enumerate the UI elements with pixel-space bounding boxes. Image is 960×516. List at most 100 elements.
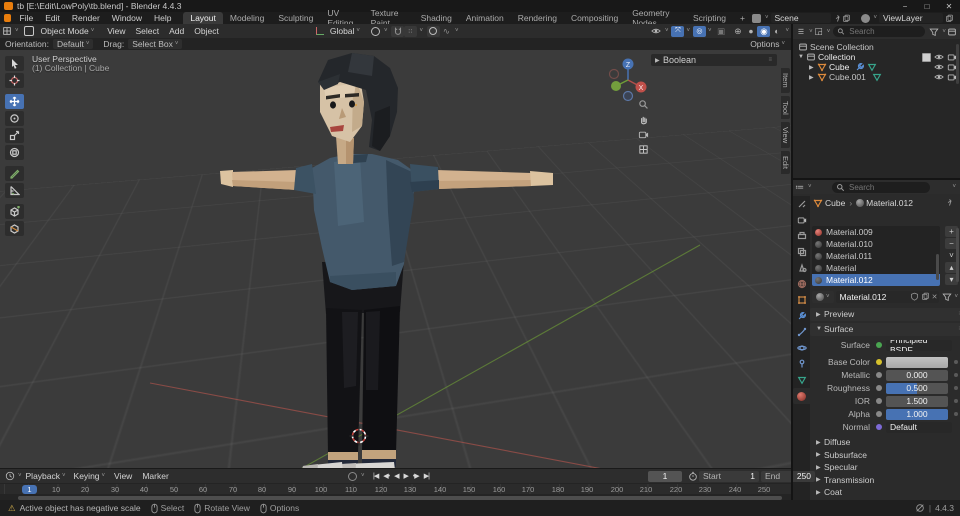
tool-rotate[interactable] [5, 111, 24, 126]
panel-diffuse[interactable]: ▶ Diffuse [810, 436, 960, 449]
browse-material-button[interactable]: ˅ [812, 290, 834, 303]
tool-annotate[interactable] [5, 166, 24, 181]
outliner-row-cube[interactable]: ▶ Cube [793, 62, 960, 72]
show-overlays-icon[interactable]: ◎ [692, 25, 706, 37]
hide-eye-icon[interactable] [934, 52, 944, 62]
properties-search-input[interactable] [847, 181, 921, 193]
material-slot[interactable]: Material [812, 262, 940, 274]
tab-object[interactable] [793, 292, 810, 308]
surface-panel-header[interactable]: ▼Surface ≡ [810, 323, 960, 336]
maximize-button[interactable]: □ [916, 2, 938, 11]
auto-keying-icon[interactable] [346, 471, 359, 482]
close-button[interactable]: ✕ [938, 2, 960, 11]
material-slot[interactable]: Material.010 [812, 238, 940, 250]
workspace-tab-sculpting[interactable]: Sculpting [271, 12, 320, 24]
tab-object-data[interactable] [793, 372, 810, 388]
next-keyframe-button[interactable]: •▶ [410, 472, 421, 480]
npanel-tab-edit[interactable]: Edit [781, 151, 790, 175]
tab-physics[interactable] [793, 340, 810, 356]
tab-tool[interactable] [793, 196, 810, 212]
timeline-marker-menu[interactable]: Marker [137, 471, 173, 481]
menu-object[interactable]: Object [189, 26, 224, 36]
menu-render[interactable]: Render [66, 13, 106, 23]
jump-to-end-button[interactable]: ▶| [421, 472, 431, 480]
hide-eye-icon[interactable] [934, 72, 944, 82]
material-name-field[interactable]: Material.012 ✕ [835, 290, 940, 303]
workspace-tab-layout[interactable]: Layout [183, 12, 223, 24]
boolean-panel-header[interactable]: ▶ Boolean ≡ [651, 54, 777, 66]
falloff-curve-icon[interactable]: ∿ [440, 26, 453, 37]
show-gizmo-icon[interactable]: ⤧ [671, 25, 685, 37]
tab-constraints[interactable] [793, 356, 810, 372]
shading-material-icon[interactable]: ◉ [757, 25, 771, 37]
mesh-data-icon[interactable] [867, 62, 877, 72]
surface-shader-menu[interactable]: Principled BSDF [886, 339, 952, 351]
region-divider-vertical[interactable] [791, 24, 793, 500]
shading-rendered-icon[interactable]: ◐ [770, 26, 783, 37]
mesh-data-icon[interactable] [872, 72, 882, 82]
menu-help[interactable]: Help [148, 13, 177, 23]
timeline-editor-type-icon[interactable] [3, 471, 16, 482]
breadcrumb-object[interactable]: Cube [825, 198, 845, 208]
shading-wireframe-icon[interactable]: ⊕ [731, 26, 744, 37]
npanel-tab-view[interactable]: View [781, 122, 790, 149]
breadcrumb-material[interactable]: Material.012 [866, 198, 913, 208]
decorator-dot[interactable] [954, 399, 958, 403]
new-material-copy-icon[interactable] [921, 292, 930, 301]
tab-view-layer[interactable] [793, 244, 810, 260]
decorator-dot[interactable] [954, 412, 958, 416]
workspace-tab-rendering[interactable]: Rendering [511, 12, 564, 24]
panel-transmission[interactable]: ▶ Transmission [810, 474, 960, 487]
fake-user-shield-icon[interactable] [910, 292, 919, 301]
use-preview-range-icon[interactable] [686, 471, 699, 482]
scene-icon[interactable] [751, 13, 761, 23]
view-layer-selector[interactable]: ViewLayer [879, 13, 944, 23]
tool-interactive-add[interactable] [5, 221, 24, 236]
show-object-types-icon[interactable] [650, 26, 663, 37]
camera-view-icon[interactable] [637, 128, 650, 141]
outliner-search[interactable] [833, 26, 926, 37]
material-slot-selected[interactable]: Material.012 [812, 274, 940, 286]
region-divider-horizontal[interactable] [793, 178, 960, 180]
tool-move[interactable] [5, 94, 24, 109]
keying-menu[interactable]: Keying ˅ [70, 471, 110, 481]
ior-field[interactable]: 1.500 [886, 395, 948, 407]
prev-keyframe-button[interactable]: ◀• [381, 472, 392, 480]
tool-add-cube[interactable] [5, 204, 24, 219]
menu-file[interactable]: File [14, 13, 40, 23]
alpha-slider[interactable]: 1.000 [886, 408, 948, 420]
material-slot[interactable]: Material.009 [812, 226, 940, 238]
outliner-row-cube-001[interactable]: ▶ Cube.001 [793, 72, 960, 82]
panel-coat[interactable]: ▶ Coat [810, 486, 960, 499]
properties-search[interactable] [832, 181, 930, 193]
workspace-tab-scripting[interactable]: Scripting [686, 12, 733, 24]
workspace-tab-modeling[interactable]: Modeling [223, 12, 272, 24]
slot-list-scrollbar[interactable] [936, 254, 939, 280]
preview-panel-header[interactable]: ▶Preview ≡ [810, 308, 960, 321]
base-color-swatch[interactable] [886, 356, 948, 368]
start-frame-field[interactable]: Start 1 [699, 470, 759, 482]
properties-scrollbar[interactable] [956, 228, 959, 282]
outliner-filter-obj-icon[interactable]: ◲ [813, 26, 825, 37]
zoom-view-icon[interactable] [637, 98, 650, 111]
mode-dropdown[interactable]: Object Mode ˅ [36, 26, 99, 36]
scene-selector[interactable]: Scene [770, 13, 831, 23]
properties-editor-type-icon[interactable]: ≔ [793, 182, 806, 193]
tab-render[interactable] [793, 212, 810, 228]
network-offline-icon[interactable] [915, 503, 925, 513]
material-slot[interactable]: Material.011 [812, 250, 940, 262]
play-reverse-button[interactable]: ◀ [392, 472, 401, 480]
hide-eye-icon[interactable] [934, 62, 944, 72]
menu-edit[interactable]: Edit [39, 13, 66, 23]
ortho-toggle-icon[interactable] [637, 143, 650, 156]
new-collection-icon[interactable] [946, 26, 958, 37]
normal-menu[interactable]: Default [886, 421, 952, 433]
tool-measure[interactable] [5, 183, 24, 198]
playback-menu[interactable]: Playback ˅ [22, 471, 70, 481]
minimize-button[interactable]: − [894, 2, 916, 11]
npanel-tab-tool[interactable]: Tool [781, 95, 790, 120]
play-button[interactable]: ▶ [401, 472, 410, 480]
timeline-view-menu[interactable]: View [109, 471, 137, 481]
view-layer-icon[interactable] [860, 13, 870, 23]
app-menu-icon[interactable] [4, 14, 11, 22]
